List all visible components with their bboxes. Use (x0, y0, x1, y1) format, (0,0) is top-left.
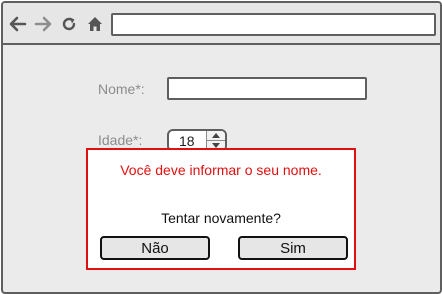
reload-icon[interactable] (59, 14, 79, 34)
forward-arrow-icon[interactable] (33, 14, 53, 34)
browser-window: Nome*: Idade*: 18 Você deve informar o s… (1, 1, 442, 294)
no-button[interactable]: Não (100, 236, 210, 260)
spin-up-icon[interactable] (207, 131, 225, 141)
name-label: Nome*: (98, 81, 145, 97)
home-icon[interactable] (85, 14, 105, 34)
age-label: Idade*: (98, 132, 143, 148)
back-arrow-icon[interactable] (8, 14, 28, 34)
name-input[interactable] (167, 77, 367, 100)
error-dialog: Você deve informar o seu nome. Tentar no… (86, 148, 356, 270)
browser-toolbar (3, 3, 440, 45)
dialog-message: Você deve informar o seu nome. (120, 162, 322, 178)
yes-button[interactable]: Sim (238, 236, 348, 260)
address-bar[interactable] (111, 13, 436, 36)
age-value: 18 (179, 133, 195, 149)
dialog-question: Tentar novamente? (161, 210, 281, 226)
